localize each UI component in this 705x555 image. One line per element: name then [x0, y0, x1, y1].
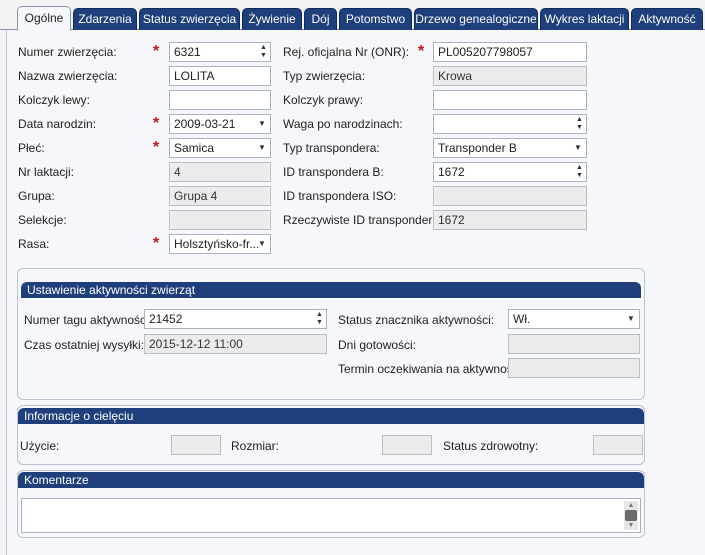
birth-date-label: Data narodzin:	[18, 117, 97, 131]
tab-activity[interactable]: Aktywność	[631, 8, 703, 30]
spinner-icon[interactable]: ▲ ▼	[574, 164, 585, 180]
tab-events[interactable]: Zdarzenia	[73, 8, 137, 30]
group-value: Grupa 4	[174, 189, 218, 203]
real-transponder-field: 1672	[433, 210, 587, 230]
animal-type-label: Typ zwierzęcia:	[283, 69, 366, 83]
transponder-type-label: Typ transpondera:	[283, 141, 380, 155]
animal-type-value: Krowa	[438, 69, 473, 83]
activity-settings-header: Ustawienie aktywności zwierząt	[21, 282, 641, 298]
birth-date-picker[interactable]: 2009-03-21 ▼	[169, 114, 271, 134]
lactation-field: 4	[169, 162, 271, 182]
chevron-down-icon[interactable]: ▼	[257, 115, 267, 133]
transponder-iso-field	[433, 186, 587, 206]
animal-name-value: LOLITA	[174, 69, 215, 83]
tab-feeding[interactable]: Żywienie	[242, 8, 302, 30]
tab-animal-status[interactable]: Status zwierzęcia	[139, 8, 240, 30]
sex-select[interactable]: Samica ▼	[169, 138, 271, 158]
real-transponder-label: Rzeczywiste ID transpondera:	[283, 213, 443, 227]
breed-select[interactable]: Holsztyńsko-fr... ▼	[169, 234, 271, 254]
scrollbar-thumb[interactable]	[625, 510, 637, 521]
animal-name-input[interactable]: LOLITA	[169, 66, 271, 86]
group-label: Grupa:	[18, 189, 55, 203]
group-field: Grupa 4	[169, 186, 271, 206]
birth-weight-label: Waga po narodzinach:	[283, 117, 403, 131]
activity-tag-number-input[interactable]: 21452 ▲ ▼	[144, 309, 327, 329]
selection-field	[169, 210, 271, 230]
calf-size-label: Rozmiar:	[231, 439, 280, 453]
transponder-b-input[interactable]: 1672 ▲ ▼	[433, 162, 587, 182]
real-transponder-value: 1672	[438, 213, 465, 227]
required-mark: *	[153, 139, 160, 156]
sex-label: Płeć:	[18, 141, 45, 155]
scroll-up-icon[interactable]: ▲	[624, 501, 638, 510]
activity-tag-number-label: Numer tagu aktywności:	[24, 313, 153, 327]
lactation-label: Nr laktacji:	[18, 165, 75, 179]
animal-number-label: Numer zwierzęcia:	[18, 45, 117, 59]
activity-wait-field	[508, 358, 640, 378]
comments-scrollbar[interactable]: ▲ ▼	[624, 501, 638, 530]
scroll-down-icon[interactable]: ▼	[624, 521, 638, 530]
selection-label: Selekcje:	[18, 213, 67, 227]
spinner-icon[interactable]: ▲ ▼	[574, 116, 585, 132]
calf-health-label: Status zdrowotny:	[443, 439, 539, 453]
calf-info-header: Informacje o cielęciu	[18, 408, 644, 424]
transponder-b-label: ID transpondera B:	[283, 165, 384, 179]
last-send-value: 2015-12-12 11:00	[149, 337, 243, 351]
spinner-icon[interactable]: ▲ ▼	[258, 44, 269, 60]
activity-tag-number-value: 21452	[149, 312, 183, 326]
tab-pedigree[interactable]: Drzewo genealogiczne	[414, 8, 538, 30]
transponder-type-select[interactable]: Transponder B ▼	[433, 138, 587, 158]
transponder-b-value: 1672	[438, 165, 465, 179]
lactation-value: 4	[174, 165, 181, 179]
chevron-down-icon[interactable]: ▼	[257, 235, 267, 253]
comments-header: Komentarze	[18, 472, 644, 488]
transponder-type-value: Transponder B	[438, 141, 517, 155]
animal-number-value: 6321	[174, 45, 201, 59]
required-mark: *	[153, 43, 160, 60]
last-send-field: 2015-12-12 11:00	[144, 334, 327, 354]
readiness-days-field	[508, 334, 640, 354]
chevron-down-icon[interactable]: ▼	[626, 310, 636, 328]
chevron-down-icon[interactable]: ▼	[257, 139, 267, 157]
required-mark: *	[153, 115, 160, 132]
last-send-label: Czas ostatniej wysyłki:	[24, 338, 145, 352]
breed-value: Holsztyńsko-fr...	[174, 237, 260, 251]
animal-name-label: Nazwa zwierzęcia:	[18, 69, 118, 83]
animal-number-input[interactable]: 6321 ▲ ▼	[169, 42, 271, 62]
required-mark: *	[418, 43, 425, 60]
birth-date-value: 2009-03-21	[174, 117, 236, 131]
readiness-days-label: Dni gotowości:	[338, 338, 417, 352]
right-tag-label: Kolczyk prawy:	[283, 93, 364, 107]
calf-health-field	[593, 435, 643, 455]
left-tag-label: Kolczyk lewy:	[18, 93, 91, 107]
tab-milking[interactable]: Dój	[304, 8, 337, 30]
tab-lactation-chart[interactable]: Wykres laktacji	[540, 8, 629, 30]
calf-use-field	[171, 435, 221, 455]
animal-type-field: Krowa	[433, 66, 587, 86]
onr-label: Rej. oficjalna Nr (ONR):	[283, 45, 410, 59]
onr-value: PL005207798057	[438, 45, 533, 59]
activity-wait-label: Termin oczekiwania na aktywność:	[338, 362, 523, 376]
birth-weight-input[interactable]: ▲ ▼	[433, 114, 587, 134]
tab-offspring[interactable]: Potomstwo	[339, 8, 412, 30]
spinner-icon[interactable]: ▲ ▼	[314, 311, 325, 327]
calf-size-field	[382, 435, 432, 455]
left-tag-input[interactable]	[169, 90, 271, 110]
chevron-down-icon[interactable]: ▼	[573, 139, 583, 157]
calf-use-label: Użycie:	[20, 439, 60, 453]
tab-bar: Ogólne Zdarzenia Status zwierzęcia Żywie…	[0, 0, 705, 31]
tab-general[interactable]: Ogólne	[17, 6, 71, 31]
right-tag-input[interactable]	[433, 90, 587, 110]
tag-status-value: Wł.	[513, 312, 531, 326]
sex-value: Samica	[174, 141, 215, 155]
comments-textarea[interactable]: ▲ ▼	[21, 498, 641, 533]
breed-label: Rasa:	[18, 237, 50, 251]
tag-status-label: Status znacznika aktywności:	[338, 313, 495, 327]
onr-input[interactable]: PL005207798057	[433, 42, 587, 62]
required-mark: *	[153, 235, 160, 252]
tag-status-select[interactable]: Wł. ▼	[508, 309, 640, 329]
transponder-iso-label: ID transpondera ISO:	[283, 189, 397, 203]
